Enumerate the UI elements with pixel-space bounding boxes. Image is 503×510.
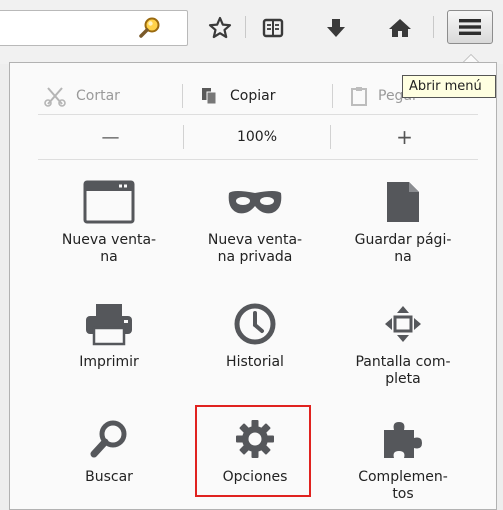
new-private-window-label: Nueva venta- na privada — [207, 232, 303, 265]
copy-button[interactable]: Copiar — [200, 80, 275, 112]
options-label: Opciones — [222, 469, 288, 485]
fullscreen-arrows-icon — [338, 300, 468, 348]
copy-label: Copiar — [230, 88, 276, 104]
history-button[interactable]: Historial — [190, 300, 320, 371]
print-label: Imprimir — [79, 354, 139, 370]
cut-button[interactable]: Cortar — [44, 80, 120, 112]
save-page-button[interactable]: Guardar pági- na — [338, 178, 468, 266]
new-window-label: Nueva venta- na — [61, 232, 157, 265]
navigation-toolbar — [0, 0, 503, 64]
hamburger-menu-icon — [459, 19, 481, 35]
fullscreen-button[interactable]: Pantalla com- pleta — [338, 300, 468, 388]
new-private-window-button[interactable]: Nueva venta- na privada — [190, 178, 320, 266]
addons-label: Complemen- tos — [358, 469, 448, 502]
search-bar[interactable] — [0, 10, 188, 46]
search-input[interactable] — [0, 11, 159, 45]
gear-icon — [190, 415, 320, 463]
printer-icon — [44, 300, 174, 348]
addons-button[interactable]: Complemen- tos — [338, 415, 468, 503]
scissors-icon — [44, 87, 66, 107]
fullscreen-label: Pantalla com- pleta — [355, 354, 451, 387]
zoom-in-button[interactable]: + — [331, 120, 478, 154]
download-icon[interactable] — [322, 14, 350, 42]
zoom-controls: — 100% + — [38, 120, 478, 154]
open-menu-tooltip: Abrir menú — [402, 75, 496, 98]
options-button[interactable]: Opciones — [190, 415, 320, 486]
puzzle-piece-icon — [338, 415, 468, 463]
clipboard-icon — [351, 87, 367, 106]
save-page-icon — [338, 178, 468, 226]
cut-label: Cortar — [76, 88, 120, 104]
history-label: Historial — [226, 354, 284, 370]
find-button[interactable]: Buscar — [44, 415, 174, 486]
open-menu-button[interactable] — [447, 10, 493, 44]
zoom-reset-button[interactable]: 100% — [184, 120, 330, 154]
private-mask-icon — [190, 178, 320, 226]
copy-icon — [202, 88, 217, 105]
clock-icon — [190, 300, 320, 348]
new-window-button[interactable]: Nueva venta- na — [44, 178, 174, 266]
search-icon[interactable] — [137, 16, 163, 40]
home-icon[interactable] — [386, 14, 414, 42]
magnifier-icon — [44, 415, 174, 463]
print-button[interactable]: Imprimir — [44, 300, 174, 371]
reading-list-icon[interactable] — [259, 14, 287, 42]
bookmark-star-icon[interactable] — [206, 14, 234, 42]
zoom-out-button[interactable]: — — [38, 120, 183, 154]
save-page-label: Guardar pági- na — [354, 232, 452, 265]
new-window-icon — [44, 178, 174, 226]
find-label: Buscar — [85, 469, 133, 485]
